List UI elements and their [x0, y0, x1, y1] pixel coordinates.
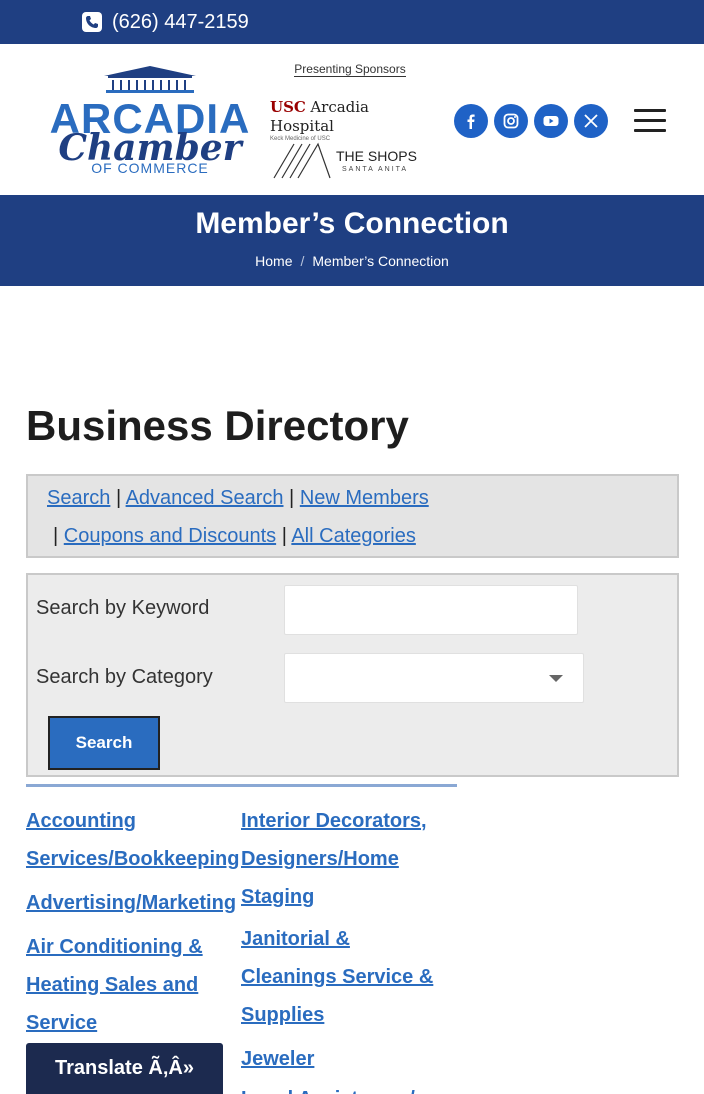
- chamber-logo[interactable]: ARCADIA Chamber OF COMMERCE: [48, 62, 252, 180]
- category-link-janitorial[interactable]: Janitorial &: [241, 920, 481, 958]
- category-link-accounting[interactable]: Accounting: [26, 802, 246, 840]
- chevron-down-icon: [549, 675, 563, 682]
- breadcrumb-separator: /: [300, 253, 305, 269]
- category-link-air-conditioning[interactable]: Heating Sales and: [26, 966, 246, 1004]
- category-select[interactable]: [284, 653, 584, 703]
- keyword-label: Search by Keyword: [36, 597, 210, 619]
- advanced-search-link[interactable]: Advanced Search: [126, 487, 284, 509]
- logo-subtitle: OF COMMERCE: [91, 160, 209, 176]
- sponsor-usc-arcadia-hospital[interactable]: USC Arcadia Hospital Keck Medicine of US…: [270, 98, 430, 142]
- category-link-interior-decorators[interactable]: Designers/Home: [241, 840, 481, 878]
- usc-brand: USC: [270, 98, 306, 116]
- new-members-link[interactable]: New Members: [300, 487, 429, 509]
- facebook-link[interactable]: [454, 104, 488, 138]
- category-link-air-conditioning[interactable]: Air Conditioning &: [26, 928, 246, 966]
- breadcrumb: Home / Member’s Connection: [0, 252, 704, 270]
- instagram-icon: [503, 113, 519, 129]
- category-link-janitorial[interactable]: Supplies: [241, 996, 481, 1034]
- phone-number-link[interactable]: (626) 447-2159: [112, 10, 249, 34]
- page-title-band: Member’s Connection Home / Member’s Connec…: [0, 195, 704, 286]
- category-link-accounting[interactable]: Services/Bookkeeping: [26, 840, 246, 878]
- youtube-link[interactable]: [534, 104, 568, 138]
- youtube-icon: [543, 116, 559, 126]
- directory-quick-links: Search | Advanced Search | New Members |…: [26, 474, 679, 558]
- category-link-interior-decorators[interactable]: Interior Decorators,: [241, 802, 481, 840]
- translate-button[interactable]: Translate Ã‚Â»: [26, 1043, 223, 1094]
- phone-icon[interactable]: [82, 12, 102, 32]
- sponsor-the-shops[interactable]: THE SHOPS SANTA ANITA: [272, 142, 422, 180]
- category-link-janitorial[interactable]: Cleanings Service &: [241, 958, 481, 996]
- menu-toggle-icon[interactable]: [634, 109, 666, 133]
- x-link[interactable]: [574, 104, 608, 138]
- top-bar: (626) 447-2159: [0, 0, 704, 44]
- keyword-input[interactable]: [284, 585, 578, 635]
- category-link-legal-assistance[interactable]: Legal Assistance /: [241, 1080, 481, 1094]
- link-separator: |: [53, 525, 59, 547]
- category-list-left: Accounting Services/Bookkeeping Advertis…: [26, 802, 246, 1042]
- category-label: Search by Category: [36, 666, 213, 688]
- site-header: ARCADIA Chamber OF COMMERCE Presenting S…: [0, 44, 704, 195]
- category-link-air-conditioning[interactable]: Service: [26, 1004, 246, 1042]
- x-icon: [584, 114, 598, 128]
- link-separator: |: [115, 487, 122, 509]
- category-link-advertising[interactable]: Advertising/Marketing: [26, 884, 246, 922]
- search-link[interactable]: Search: [47, 487, 110, 509]
- page-title: Member’s Connection: [195, 207, 509, 240]
- shops-name: THE SHOPS: [336, 148, 417, 164]
- divider: [26, 784, 457, 787]
- category-link-interior-decorators[interactable]: Staging: [241, 878, 481, 916]
- category-list-right: Interior Decorators, Designers/Home Stag…: [241, 802, 481, 1094]
- all-categories-link[interactable]: All Categories: [291, 525, 416, 547]
- shops-subtitle: SANTA ANITA: [342, 166, 409, 173]
- search-button[interactable]: Search: [48, 716, 160, 770]
- shops-logo-mark: [273, 142, 331, 179]
- pavilion-logo-mark: [104, 66, 196, 93]
- sponsors-label: Presenting Sponsors: [294, 62, 406, 77]
- link-separator: |: [281, 525, 287, 547]
- facebook-icon: [467, 114, 475, 129]
- coupons-link[interactable]: Coupons and Discounts: [64, 525, 276, 547]
- directory-title: Business Directory: [26, 402, 409, 449]
- directory-search-form: Search by Keyword Search by Category Sea…: [26, 573, 679, 777]
- category-link-jeweler[interactable]: Jeweler: [241, 1040, 481, 1078]
- link-separator: |: [289, 487, 295, 509]
- instagram-link[interactable]: [494, 104, 528, 138]
- breadcrumb-home-link[interactable]: Home: [255, 253, 292, 269]
- breadcrumb-current: Member’s Connection: [312, 253, 449, 269]
